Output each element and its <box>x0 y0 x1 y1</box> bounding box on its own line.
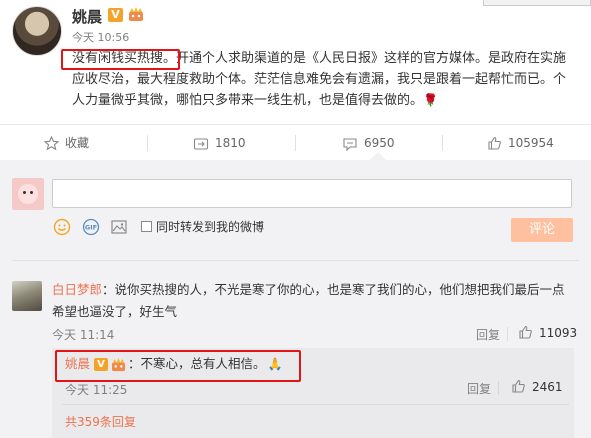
verified-icon: V <box>108 8 123 22</box>
author-avatar[interactable] <box>12 6 62 56</box>
reply-time: 今天 11:25 <box>65 383 128 397</box>
current-user-avatar <box>12 178 44 210</box>
reply-action-divider <box>498 381 499 395</box>
comment-action-divider <box>507 327 508 341</box>
star-icon <box>44 136 59 151</box>
reply-divider <box>62 404 569 405</box>
emoji-icon[interactable] <box>53 218 71 236</box>
comment-input[interactable] <box>52 179 572 208</box>
reply-annotation-box <box>55 350 301 382</box>
more-replies-link[interactable]: 共359条回复 <box>65 413 136 430</box>
post-time[interactable]: 今天 10:56 <box>72 29 129 45</box>
rose-emoji-icon: 🌹 <box>423 93 438 107</box>
reply-like-count: 2461 <box>532 380 563 394</box>
svg-text:GIF: GIF <box>85 224 97 232</box>
weibo-post: 姚晨 V 今天 10:56 没有闲钱买热搜。开通个人求助渠道的是《人民日报》这样… <box>0 0 591 124</box>
like-button[interactable]: 105954 <box>487 125 554 162</box>
thumbs-up-icon <box>512 379 525 393</box>
thumbs-up-icon <box>488 136 501 150</box>
comment-toggle-button[interactable]: 6950 <box>342 125 395 162</box>
commenter-name[interactable]: 白日梦郎 <box>52 282 102 297</box>
comment-like-button[interactable]: 11093 <box>518 325 577 340</box>
comment-text: ：说你买热搜的人，不光是寒了你的心，也是寒了我们的心，他们想把我们最后一点希望也… <box>52 282 565 319</box>
repost-button[interactable]: 1810 <box>193 125 246 162</box>
submit-comment-button[interactable]: 评论 <box>511 218 573 242</box>
comment-icon <box>343 137 357 151</box>
popup-edge <box>483 0 591 6</box>
composer-divider <box>12 260 579 261</box>
favorite-label: 收藏 <box>65 136 90 150</box>
action-divider <box>442 135 443 151</box>
gif-icon[interactable]: GIF <box>82 218 100 236</box>
reply-like-button[interactable]: 2461 <box>511 379 563 394</box>
comment-like-count: 11093 <box>539 326 578 340</box>
repost-checkbox-label: 同时转发到我的微博 <box>156 220 265 234</box>
favorite-button[interactable]: 收藏 <box>44 125 89 162</box>
image-icon[interactable] <box>110 218 128 236</box>
vip-crown-icon <box>129 7 143 21</box>
thumbs-up-icon <box>519 325 532 339</box>
commenter-avatar[interactable] <box>12 281 42 311</box>
post-action-bar: 收藏 1810 6950 105954 <box>0 124 591 161</box>
comment-body: 白日梦郎：说你买热搜的人，不光是寒了你的心，也是寒了我们的心，他们想把我们最后一… <box>52 279 574 323</box>
repost-icon <box>193 137 209 150</box>
repost-count: 1810 <box>215 136 246 150</box>
repost-checkbox[interactable] <box>141 221 152 232</box>
action-divider <box>147 135 148 151</box>
author-name[interactable]: 姚晨 <box>72 6 102 27</box>
action-divider <box>295 135 296 151</box>
comment-pointer <box>370 152 386 160</box>
comment-time: 今天 11:14 <box>52 328 115 342</box>
highlight-annotation-box <box>61 49 180 70</box>
reply-reply-button[interactable]: 回复 <box>467 380 491 397</box>
comment-reply-button[interactable]: 回复 <box>476 326 500 343</box>
like-count: 105954 <box>508 136 554 150</box>
comment-count: 6950 <box>364 136 395 150</box>
